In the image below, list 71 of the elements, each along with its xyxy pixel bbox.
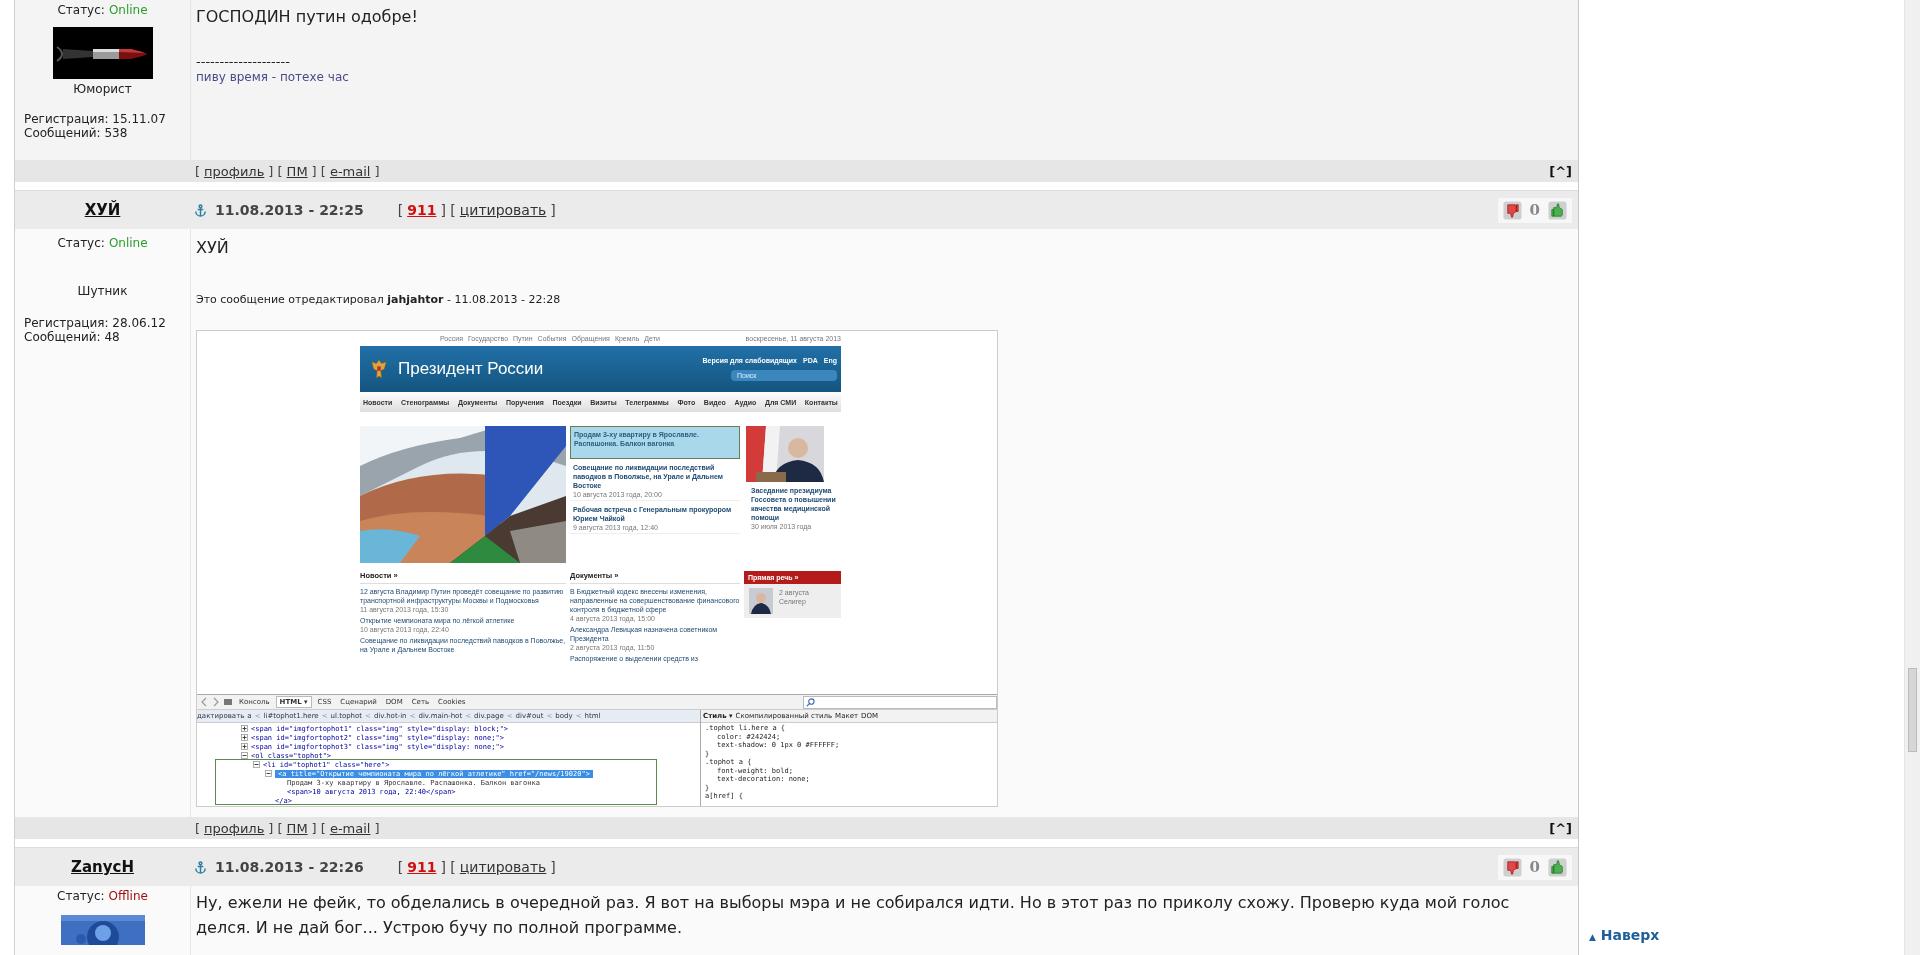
vote-count: 0: [1529, 858, 1540, 876]
registration-date: Регистрация: 28.06.12: [23, 316, 166, 330]
signature-separator: --------------------: [196, 54, 291, 69]
vote-count: 0: [1529, 201, 1540, 219]
status-value: Online: [108, 236, 148, 250]
scroll-top-link[interactable]: [^]: [1549, 820, 1572, 836]
profile-link[interactable]: профиль: [204, 820, 265, 836]
thumbs-up-icon[interactable]: [1548, 857, 1567, 877]
profile-link[interactable]: ПМ: [286, 820, 308, 836]
message-count: Сообщений: 48: [23, 330, 120, 344]
post-text: ГОСПОДИН путин одобре!: [196, 6, 419, 28]
back-forward-icon[interactable]: [200, 697, 220, 707]
bracket: ] [: [440, 202, 456, 218]
post-date: 11.08.2013 - 22:26: [215, 859, 364, 875]
post-date: 11.08.2013 - 22:25: [215, 202, 364, 218]
message-count: Сообщений: 538: [23, 126, 128, 140]
user-rank: Шутник: [77, 284, 128, 298]
bracket: [: [397, 859, 404, 875]
thumbs-up-icon[interactable]: [1548, 200, 1567, 220]
status-value: Offline: [108, 889, 148, 903]
profile-link[interactable]: e-mail: [329, 163, 371, 179]
bracket: ]: [374, 163, 380, 179]
scroll-top-link[interactable]: [^]: [1549, 163, 1572, 179]
emblem-icon: [370, 358, 388, 380]
bracket: [: [195, 820, 201, 836]
back-to-top-link[interactable]: ▲ Наверх: [1589, 927, 1660, 943]
bracket: ] [: [268, 163, 283, 179]
expand-toggle-icon[interactable]: [253, 761, 260, 768]
scrollbar-thumb[interactable]: [1908, 668, 1917, 752]
thumbs-down-icon[interactable]: [1502, 857, 1522, 877]
expand-toggle-icon[interactable]: [241, 743, 248, 750]
anchor-icon[interactable]: [194, 203, 207, 217]
post-text: ХУЙ: [196, 237, 230, 259]
author-link[interactable]: ZanycH: [71, 858, 134, 876]
expand-toggle-icon[interactable]: [241, 752, 248, 759]
bracket: [: [397, 202, 404, 218]
status-label: Статус:: [57, 236, 105, 250]
profile-link[interactable]: e-mail: [329, 820, 371, 836]
user-rank: Юморист: [73, 82, 132, 96]
bracket: ] [: [311, 163, 326, 179]
registration-date: Регистрация: 15.11.07: [23, 112, 166, 126]
bracket: ] [: [440, 859, 456, 875]
bracket: ]: [374, 820, 380, 836]
site-title: Президент России: [398, 359, 544, 379]
bracket: ] [: [268, 820, 283, 836]
profile-link[interactable]: профиль: [204, 163, 265, 179]
anchor-icon[interactable]: [194, 860, 207, 874]
rating-link[interactable]: 911: [407, 859, 437, 875]
expand-toggle-icon[interactable]: [241, 725, 248, 732]
quote-link[interactable]: цитировать: [459, 202, 547, 218]
post-text: Ну, ежели не фейк, то обделались в очередной раз. Я вот на выборы мэра и не собирался идти. Но в этот раз по приколу схожу. Проверю куда мой голос делся. И не дай бог... Устрою бучу по полной программе.: [196, 892, 1511, 939]
status-label: Статус:: [57, 889, 105, 903]
search-icon: [806, 697, 815, 707]
profile-link[interactable]: ПМ: [286, 163, 308, 179]
rating-link[interactable]: 911: [407, 202, 437, 218]
bracket: ]: [550, 859, 556, 875]
bracket: [: [195, 163, 201, 179]
thumbs-down-icon[interactable]: [1502, 200, 1522, 220]
devtools-search-field[interactable]: [803, 695, 997, 709]
signature: пиву время - потехе час: [196, 70, 350, 84]
panel-icon[interactable]: [223, 697, 233, 707]
bracket: ] [: [311, 820, 326, 836]
bracket: ]: [550, 202, 556, 218]
scrollbar[interactable]: [1904, 0, 1920, 955]
expand-toggle-icon[interactable]: [265, 770, 272, 777]
status-value: Online: [108, 3, 148, 17]
edit-note: Это сообщение отредактировал jahjahtor - 11.08.2013 - 22:28: [196, 293, 562, 306]
quote-link[interactable]: цитировать: [459, 859, 547, 875]
status-label: Статус:: [57, 3, 105, 17]
expand-toggle-icon[interactable]: [241, 734, 248, 741]
author-link[interactable]: ХУЙ: [84, 201, 121, 219]
